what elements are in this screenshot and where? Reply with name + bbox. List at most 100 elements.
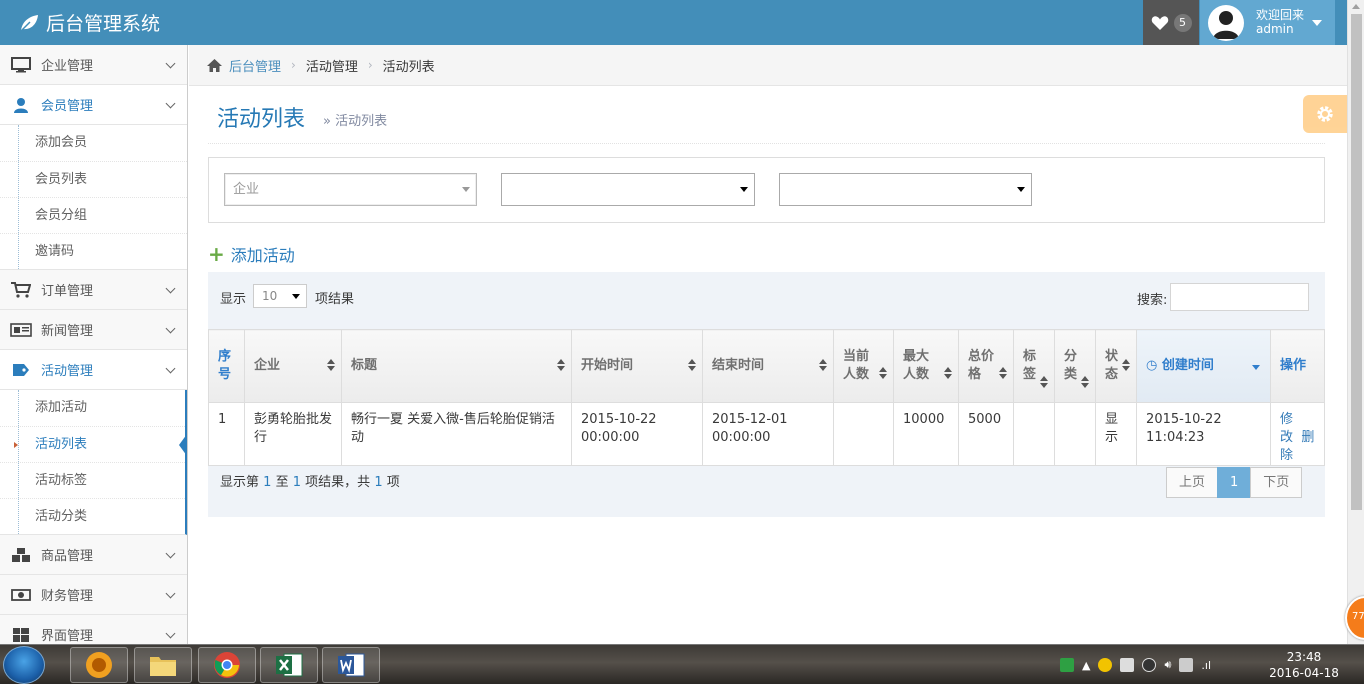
page-length-select[interactable]: 10 [253,284,307,308]
taskbar-word[interactable] [322,647,380,683]
chevron-down-icon [165,283,176,294]
sidebar-item-products[interactable]: 商品管理 [0,535,187,575]
search-label: 搜索: [1137,293,1168,308]
cell-created-time: 2015-10-22 11:04:23 [1136,402,1272,466]
favorites-count-badge: 5 [1173,13,1192,32]
home-icon[interactable] [206,58,223,73]
windows-icon [10,626,32,644]
sidebar-subitem-member-groups[interactable]: 会员分组 [0,197,187,233]
start-button[interactable] [3,646,45,684]
sidebar-subitem-activity-categories[interactable]: 活动分类 [0,498,185,534]
page-title: 活动列表 [217,107,306,132]
column-header-current-count[interactable]: 当前人数 [833,329,894,403]
pagination: 上页 1 下页 [1166,467,1303,498]
tray-update-icon[interactable] [1098,658,1113,672]
sidebar-item-ui[interactable]: 界面管理 [0,615,187,644]
sidebar-item-label: 界面管理 [41,629,94,644]
breadcrumb-home-link[interactable]: 后台管理 [229,56,281,75]
caret-down-icon [1312,20,1322,26]
column-header-tag[interactable]: 标签 [1012,329,1056,403]
filter-select-2[interactable] [501,173,755,206]
activity-table: 序号 企业 标题 开始时间 结束时间 当前人数 最大人数 总价格 标签 分类 状… [208,329,1325,466]
tray-expand-icon[interactable]: ▲ [1082,659,1090,672]
scroll-up-arrow-icon[interactable] [1352,4,1360,9]
tray-qq-icon[interactable] [1142,658,1157,672]
sidebar-item-activities[interactable]: 活动管理 [0,350,187,390]
tray-network-icon[interactable] [1179,658,1194,672]
sidebar-item-finance[interactable]: 财务管理 [0,575,187,615]
dropdown-arrow-icon [740,187,748,192]
cell-start-time: 2015-10-22 00:00:00 [571,402,703,466]
sort-desc-icon [1252,365,1261,370]
column-header-company[interactable]: 企业 [244,329,342,403]
app-orange-icon [86,652,112,678]
sidebar-item-news[interactable]: 新闻管理 [0,310,187,350]
cell-company: 彭勇轮胎批发行 [244,402,342,466]
next-page-button[interactable]: 下页 [1250,467,1303,498]
page-subtitle-text: 活动列表 [335,114,388,129]
add-activity-link[interactable]: + 添加活动 [208,242,295,266]
sidebar-subitem-activity-list[interactable]: 活动列表 [0,426,187,462]
cell-no: 1 [208,402,245,466]
add-activity-label: 添加活动 [230,246,295,265]
sort-icon [944,367,952,381]
column-header-no[interactable]: 序号 [208,329,245,403]
column-header-start-time[interactable]: 开始时间 [571,329,703,403]
column-header-status[interactable]: 状态 [1095,329,1138,403]
company-select[interactable]: 企业 [224,173,477,206]
dropdown-arrow-icon [292,294,300,299]
table-info: 显示第 1 至 1 项结果，共 1 项 [220,475,400,490]
taskbar-clock[interactable]: 23:48 2016-04-18 [1264,649,1344,681]
tray-app-icon[interactable] [1060,658,1074,672]
signal-icon[interactable]: .ıl [1201,659,1211,672]
sidebar-item-orders[interactable]: 订单管理 [0,270,187,310]
favorites-button[interactable]: 5 [1143,0,1199,45]
main-content: 后台管理 › 活动管理 › 活动列表 活动列表 » 活动列表 企业 + 添加活动… [189,45,1347,644]
sidebar-subitem-invite-code[interactable]: 邀请码 [0,233,187,269]
sidebar: 企业管理 会员管理 添加会员 会员列表 会员分组 邀请码 订单管理 新闻管理 活… [0,45,188,644]
sidebar-subitem-label: 活动列表 [35,437,88,452]
taskbar-excel[interactable] [260,647,318,683]
taskbar-chrome[interactable] [198,647,256,683]
volume-icon[interactable]: 🔊︎ [1164,658,1171,672]
user-menu[interactable]: 欢迎回来 admin [1200,0,1335,45]
tray-device-icon[interactable] [1120,658,1135,672]
taskbar-explorer[interactable] [134,647,192,683]
column-header-max-count[interactable]: 最大人数 [893,329,959,403]
sidebar-subitem-activity-tags[interactable]: 活动标签 [0,462,185,498]
sort-icon [327,359,335,373]
settings-button[interactable] [1303,95,1347,133]
money-icon [10,586,32,604]
column-header-title[interactable]: 标题 [341,329,572,403]
sidebar-item-enterprise[interactable]: 企业管理 [0,45,187,85]
sidebar-subitem-add-member[interactable]: 添加会员 [0,125,187,161]
submenu-members: 添加会员 会员列表 会员分组 邀请码 [0,125,187,270]
sidebar-item-members[interactable]: 会员管理 [0,85,187,125]
leaf-icon [19,14,38,33]
column-header-end-time[interactable]: 结束时间 [702,329,834,403]
breadcrumb-separator-icon: › [291,58,296,72]
search-input[interactable] [1170,283,1309,311]
column-header-category[interactable]: 分类 [1054,329,1097,403]
page-scrollbar[interactable] [1347,0,1364,644]
brand[interactable]: 后台管理系统 [18,9,160,36]
sidebar-subitem-member-list[interactable]: 会员列表 [0,161,187,197]
sidebar-subitem-add-activity[interactable]: 添加活动 [0,390,185,426]
cart-icon [10,281,32,299]
datatable: 显示 10 项结果 搜索: 序号 企业 标题 开始时间 结束时间 当前人数 最大… [208,272,1325,517]
filter-select-3[interactable] [779,173,1032,206]
breadcrumb-level2: 活动列表 [382,59,435,75]
column-header-created-time[interactable]: ◷ 创建时间 [1136,329,1272,403]
chevron-down-icon [165,323,176,334]
taskbar-app-1[interactable] [70,647,128,683]
edit-link[interactable]: 修改 [1280,412,1293,445]
heart-icon [1151,15,1168,30]
cell-current-count [833,402,894,466]
scroll-thumb[interactable] [1351,14,1362,510]
column-header-total-price[interactable]: 总价格 [958,329,1014,403]
welcome-text: 欢迎回来 [1256,8,1305,22]
cell-total-price: 5000 [958,402,1014,466]
page-1-button[interactable]: 1 [1217,467,1252,498]
page-subtitle: » 活动列表 [323,110,387,129]
prev-page-button[interactable]: 上页 [1166,467,1219,498]
